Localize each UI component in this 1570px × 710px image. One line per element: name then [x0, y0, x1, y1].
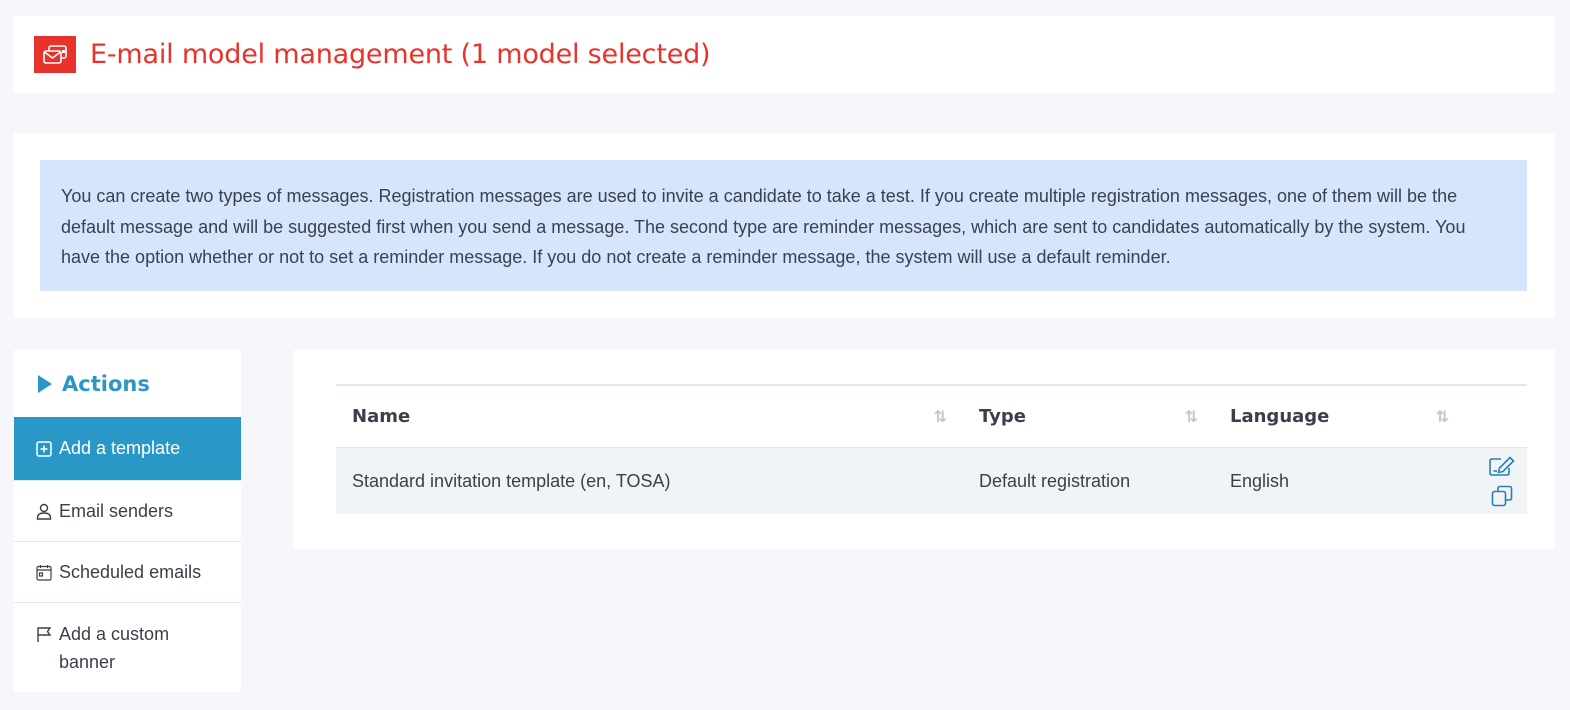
- table-row: Standard invitation template (en, TOSA) …: [336, 448, 1527, 514]
- info-card: You can create two types of messages. Re…: [14, 133, 1555, 318]
- row-actions: [1465, 455, 1527, 508]
- flag-icon: [35, 625, 53, 643]
- page-header: E-mail model management (1 model selecte…: [14, 16, 1555, 93]
- sort-icon[interactable]: ⇅: [1185, 407, 1198, 426]
- column-header-language[interactable]: Language ⇅: [1214, 406, 1465, 427]
- copy-icon[interactable]: [1489, 484, 1515, 508]
- user-icon: [35, 502, 53, 520]
- play-icon: [38, 374, 52, 393]
- templates-table: Name ⇅ Type ⇅ Language ⇅ Standard invita…: [336, 384, 1527, 514]
- sidebar-item-label: Add a template: [59, 438, 181, 458]
- sidebar-item-label: Scheduled emails: [59, 561, 202, 582]
- cell-name: Standard invitation template (en, TOSA): [352, 470, 671, 491]
- cell-language: English: [1230, 470, 1290, 491]
- sidebar-title: Actions: [14, 350, 241, 417]
- calendar-icon: [35, 563, 53, 581]
- page-title: E-mail model management (1 model selecte…: [90, 39, 711, 70]
- actions-sidebar: Actions Add a template Email senders Sch…: [14, 350, 241, 692]
- edit-icon[interactable]: [1489, 455, 1515, 479]
- templates-card: Name ⇅ Type ⇅ Language ⇅ Standard invita…: [294, 350, 1555, 549]
- sidebar-item-label: Add a custom banner: [59, 624, 170, 672]
- sort-icon[interactable]: ⇅: [1436, 407, 1449, 426]
- sidebar-item-email-senders[interactable]: Email senders: [14, 480, 241, 541]
- sort-icon[interactable]: ⇅: [934, 407, 947, 426]
- email-model-icon: [34, 36, 76, 73]
- sidebar-item-custom-banner[interactable]: Add a custom banner: [14, 602, 241, 692]
- sidebar-title-label: Actions: [62, 371, 150, 396]
- sidebar-item-add-template[interactable]: Add a template: [14, 417, 241, 480]
- column-header-name[interactable]: Name ⇅: [336, 406, 963, 427]
- info-message: You can create two types of messages. Re…: [40, 160, 1527, 291]
- column-header-type[interactable]: Type ⇅: [963, 406, 1214, 427]
- plus-square-icon: [35, 440, 53, 458]
- table-header: Name ⇅ Type ⇅ Language ⇅: [336, 386, 1527, 448]
- sidebar-item-label: Email senders: [59, 500, 174, 521]
- cell-type: Default registration: [979, 470, 1131, 491]
- sidebar-item-scheduled-emails[interactable]: Scheduled emails: [14, 541, 241, 602]
